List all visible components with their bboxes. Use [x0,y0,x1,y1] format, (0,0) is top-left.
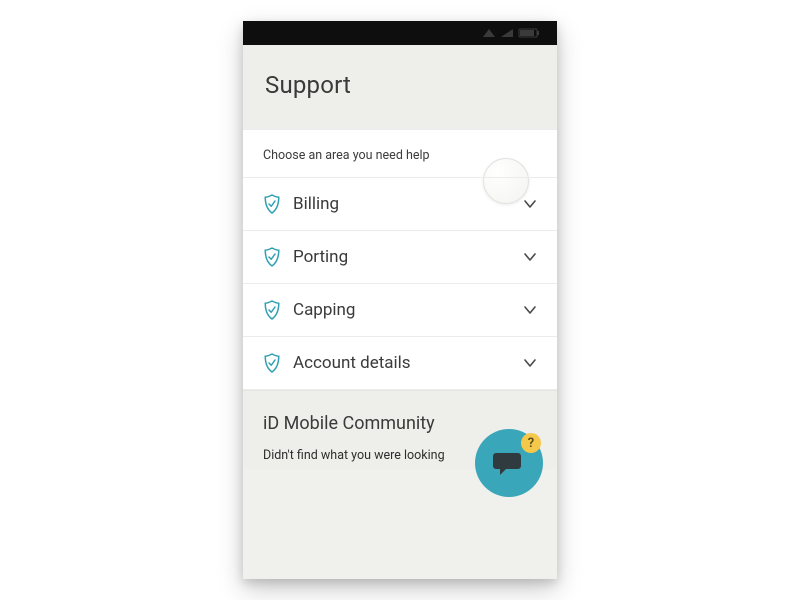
category-label: Account details [293,353,523,373]
category-label: Billing [293,194,523,214]
chevron-down-icon [523,197,537,211]
category-label: Porting [293,247,523,267]
stage: Support Choose an area you need help Bil… [0,0,800,600]
category-row-porting[interactable]: Porting [243,230,557,283]
page-header: Support [243,45,557,129]
category-label: Capping [293,300,523,320]
chat-fab[interactable]: ? [475,429,543,497]
community-section: iD Mobile Community Didn't find what you… [243,390,557,469]
shield-icon [263,194,281,214]
chevron-down-icon [523,356,537,370]
page-title: Support [265,71,535,99]
help-prompt-text: Choose an area you need help [263,148,430,163]
shield-icon [263,353,281,373]
status-icons [479,27,549,39]
chevron-down-icon [523,303,537,317]
chevron-down-icon [523,250,537,264]
phone-frame: Support Choose an area you need help Bil… [243,21,557,579]
category-row-capping[interactable]: Capping [243,283,557,336]
status-bar [243,21,557,45]
chat-badge: ? [521,433,541,453]
category-row-account-details[interactable]: Account details [243,336,557,390]
shield-icon [263,247,281,267]
category-row-billing[interactable]: Billing [243,177,557,230]
category-list: Billing Porting Capping Account details [243,177,557,390]
help-prompt: Choose an area you need help [243,129,557,177]
chat-icon [492,449,526,477]
shield-icon [263,300,281,320]
